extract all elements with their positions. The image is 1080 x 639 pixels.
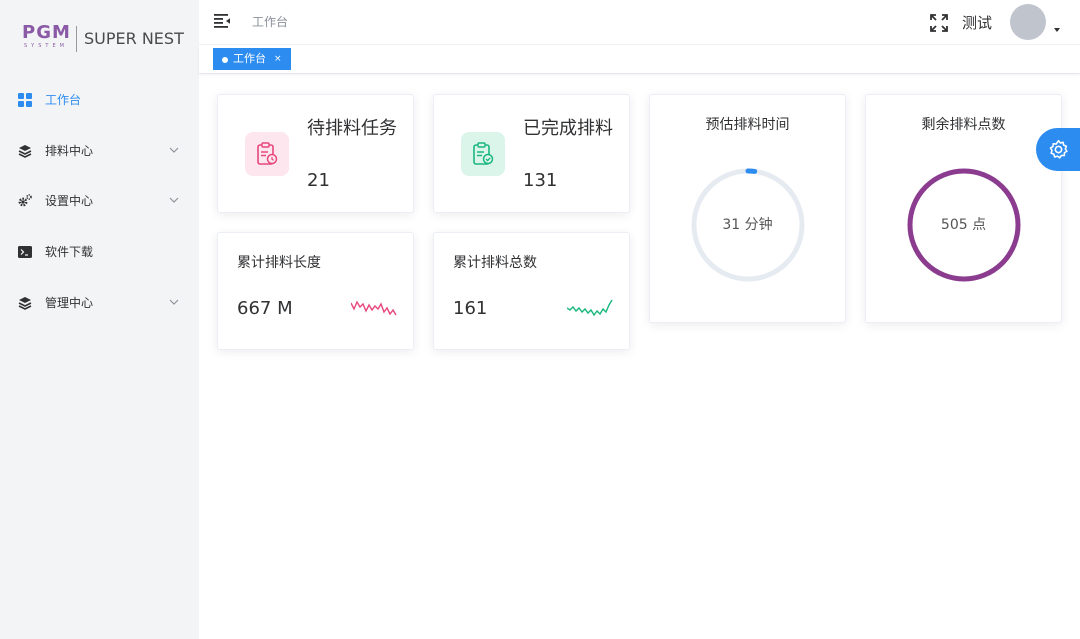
sidebar-item-label: 工作台: [45, 93, 82, 107]
card-total-count: 累计排料总数 161: [433, 232, 630, 350]
clipboard-clock-icon: [245, 132, 289, 176]
breadcrumb[interactable]: 工作台: [252, 14, 288, 30]
card-completed: 已完成排料 131: [433, 94, 630, 213]
pgm-logo: PGM SYSTEM: [22, 24, 70, 50]
layers-icon: [18, 297, 32, 310]
card-total-length: 累计排料长度 667 M: [217, 232, 414, 350]
sidebar-item-label: 管理中心: [45, 296, 94, 310]
ring-value: 31 分钟: [722, 217, 773, 233]
close-icon[interactable]: ×: [274, 52, 282, 66]
sidebar: PGM SYSTEM SUPER NEST 工作台 排料中心 设置中心 软件下载…: [0, 0, 199, 639]
clipboard-check-icon: [461, 132, 505, 176]
sidebar-item-label: 设置中心: [45, 194, 94, 208]
gear-icon: [1049, 139, 1068, 159]
card-pending-tasks: 待排料任务 21: [217, 94, 414, 213]
layers-icon: [18, 145, 32, 158]
card-title: 剩余排料点数: [921, 117, 1006, 133]
avatar[interactable]: [1010, 4, 1046, 40]
card-title: 累计排料总数: [453, 255, 537, 271]
chevron-down-icon: [169, 299, 179, 305]
logo-divider: [76, 26, 77, 52]
dashboard-icon: [18, 93, 32, 107]
logo[interactable]: PGM SYSTEM SUPER NEST: [0, 0, 199, 76]
cogs-icon: [18, 194, 32, 207]
chevron-down-icon: [169, 197, 179, 203]
card-title: 预估排料时间: [705, 117, 790, 133]
sidebar-item-nesting-center[interactable]: 排料中心: [0, 131, 199, 171]
brand-name: SUPER NEST: [84, 29, 184, 48]
top-bar: 工作台 测试: [199, 0, 1080, 45]
ring-value: 505 点: [940, 217, 987, 233]
card-remaining-points: 剩余排料点数 505 点: [865, 94, 1062, 323]
logo-sub: SYSTEM: [24, 43, 68, 49]
tags-view: 工作台 ×: [199, 46, 1080, 74]
sidebar-item-settings-center[interactable]: 设置中心: [0, 181, 199, 221]
chevron-down-icon: [169, 147, 179, 153]
active-dot: [222, 57, 228, 63]
tab-label: 工作台: [233, 52, 266, 65]
card-title: 待排料任务: [307, 118, 397, 139]
terminal-icon: [18, 246, 32, 258]
sidebar-item-label: 排料中心: [45, 144, 94, 158]
sparkline-count: [567, 299, 613, 317]
sparkline-length: [351, 300, 397, 316]
sidebar-item-management-center[interactable]: 管理中心: [0, 283, 199, 323]
username[interactable]: 测试: [962, 13, 992, 33]
card-value: 21: [307, 170, 330, 191]
settings-button[interactable]: [1036, 128, 1080, 171]
card-value: 131: [523, 170, 558, 191]
tab-workbench[interactable]: 工作台 ×: [213, 48, 291, 70]
sidebar-item-workbench[interactable]: 工作台: [0, 80, 199, 120]
card-value: 161: [453, 298, 488, 319]
fullscreen-icon[interactable]: [930, 14, 948, 32]
sidebar-item-label: 软件下载: [45, 245, 94, 259]
card-value: 667 M: [237, 298, 293, 319]
card-title: 累计排料长度: [237, 255, 321, 271]
caret-down-icon[interactable]: [1054, 28, 1060, 32]
card-title: 已完成排料: [523, 118, 613, 139]
card-estimated-time: 预估排料时间 31 分钟: [649, 94, 846, 323]
logo-mark: PGM: [22, 22, 71, 43]
menu-fold-icon[interactable]: [214, 14, 230, 28]
sidebar-item-software-download[interactable]: 软件下载: [0, 232, 199, 272]
